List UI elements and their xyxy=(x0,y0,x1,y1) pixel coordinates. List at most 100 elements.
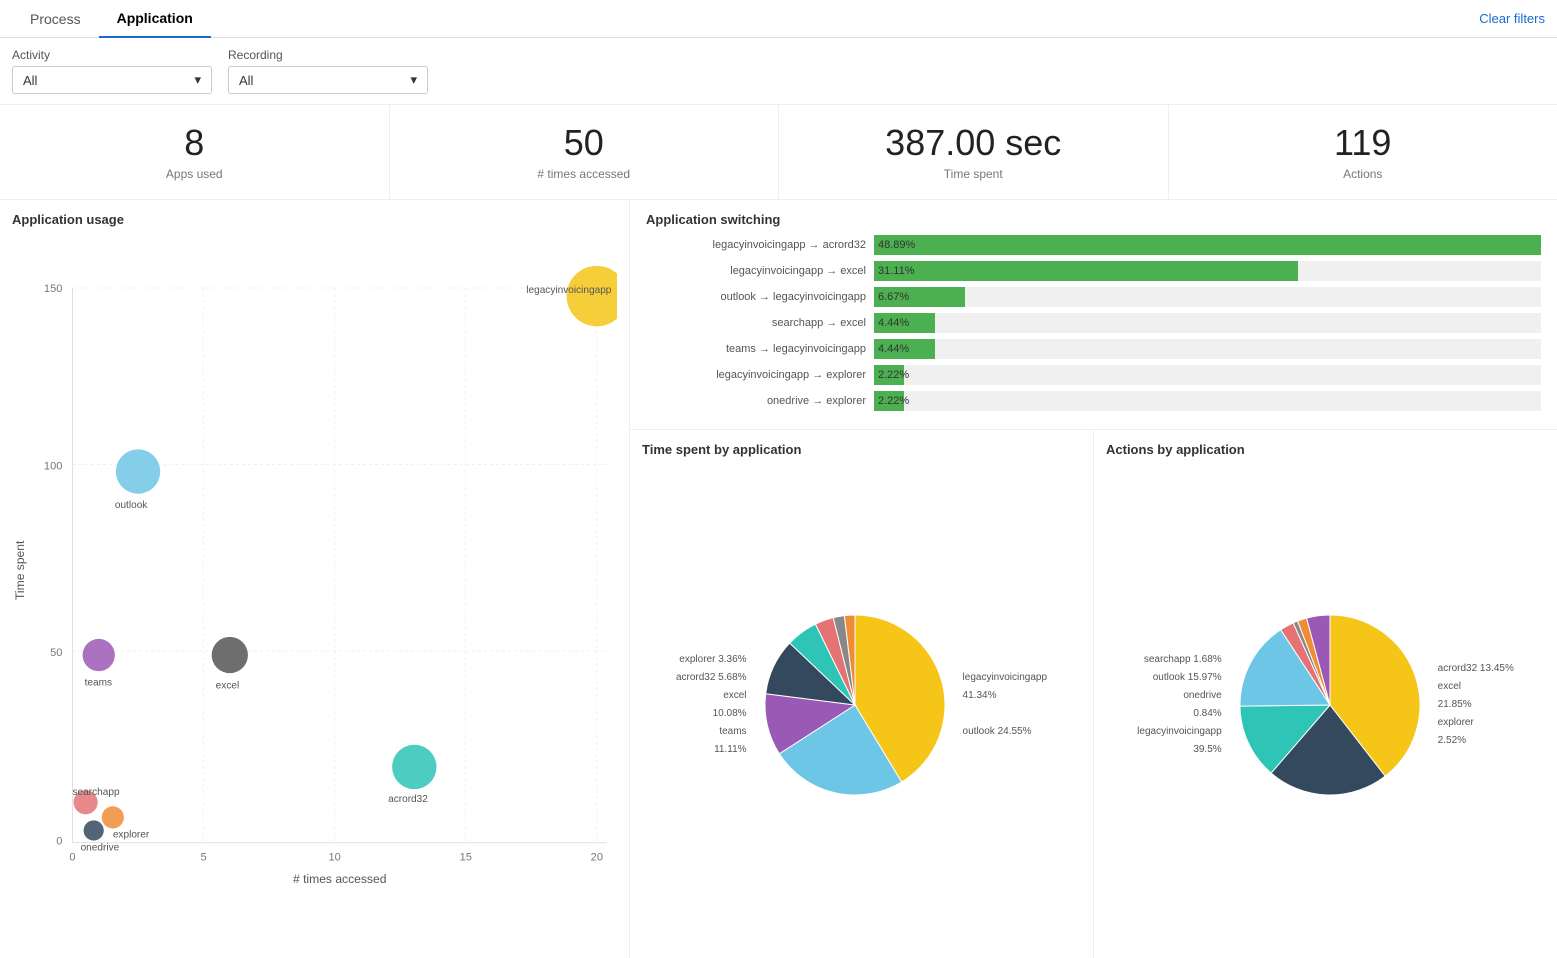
bar-value: 6.67% xyxy=(878,291,909,303)
stat-value: 119 xyxy=(1334,123,1391,163)
switching-title: Application switching xyxy=(646,212,1541,227)
bubble-teams[interactable] xyxy=(83,638,115,670)
bar-row: outlook → legacyinvoicingapp 6.67% xyxy=(646,287,1541,307)
ap-label-r1: acrord32 13.45% xyxy=(1438,660,1514,678)
tsp-label-r1: legacyinvoicingapp xyxy=(963,669,1048,687)
tab-process[interactable]: Process xyxy=(12,1,99,37)
stat-card: 8Apps used xyxy=(0,105,389,199)
svg-text:excel: excel xyxy=(216,680,240,691)
bar-row: legacyinvoicingapp → acrord32 48.89% xyxy=(646,235,1541,255)
ap-label-r4: explorer xyxy=(1438,714,1514,732)
bar-row: legacyinvoicingapp → excel 31.11% xyxy=(646,261,1541,281)
activity-select[interactable]: All ▾ xyxy=(12,66,212,94)
bar-track: 31.11% xyxy=(874,261,1541,281)
main-area: Application usage 150 100 50 0 xyxy=(0,200,1557,958)
bar-track: 6.67% xyxy=(874,287,1541,307)
stats-row: 8Apps used 50 # times accessed 387.00 secTi… xyxy=(0,105,1557,200)
recording-select[interactable]: All ▾ xyxy=(228,66,428,94)
bar-fill: 4.44% xyxy=(874,313,935,333)
stat-label: # times accessed xyxy=(537,167,630,181)
tab-bar: Process Application Clear filters xyxy=(0,0,1557,38)
bubble-acrord32[interactable] xyxy=(392,744,436,788)
application-usage-title: Application usage xyxy=(12,212,617,227)
bar-value: 2.22% xyxy=(878,369,909,381)
ap-label-1: searchapp 1.68% xyxy=(1137,651,1222,669)
bar-row: teams → legacyinvoicingapp 4.44% xyxy=(646,339,1541,359)
bar-fill: 2.22% xyxy=(874,391,904,411)
bar-fill: 31.11% xyxy=(874,261,1298,281)
bar-label: searchapp → excel xyxy=(646,317,866,329)
bar-fill: 48.89% xyxy=(874,235,1541,255)
stat-value: 50 xyxy=(564,123,604,163)
svg-text:outlook: outlook xyxy=(115,499,148,510)
bubble-explorer[interactable] xyxy=(102,806,124,828)
bar-label: legacyinvoicingapp → excel xyxy=(646,265,866,277)
tsp-label-4: 10.08% xyxy=(676,705,747,723)
bubble-legacyinvoicingapp[interactable] xyxy=(567,265,617,325)
chevron-down-icon: ▾ xyxy=(194,72,201,88)
stat-label: Apps used xyxy=(166,167,223,181)
svg-text:0: 0 xyxy=(69,851,75,863)
tsp-label-2: acrord32 5.68% xyxy=(676,669,747,687)
svg-text:15: 15 xyxy=(460,851,472,863)
actions-section: Actions by application searchapp 1.68% o… xyxy=(1094,430,1557,958)
bar-label: legacyinvoicingapp → explorer xyxy=(646,369,866,381)
bar-row: onedrive → explorer 2.22% xyxy=(646,391,1541,411)
ap-label-5: legacyinvoicingapp xyxy=(1137,723,1222,741)
ap-label-4: 0.84% xyxy=(1137,705,1222,723)
activity-value: All xyxy=(23,73,37,88)
svg-text:searchapp: searchapp xyxy=(73,787,120,798)
time-spent-title: Time spent by application xyxy=(642,442,1081,457)
svg-text:teams: teams xyxy=(85,677,112,688)
bar-label: legacyinvoicingapp → acrord32 xyxy=(646,239,866,251)
svg-text:# times accessed: # times accessed xyxy=(293,872,386,886)
time-spent-pie-svg xyxy=(755,605,955,805)
stat-card: 387.00 secTime spent xyxy=(778,105,1168,199)
chevron-down-icon-2: ▾ xyxy=(410,72,417,88)
bar-row: searchapp → excel 4.44% xyxy=(646,313,1541,333)
tsp-label-r3 xyxy=(963,705,1048,723)
stat-value: 387.00 sec xyxy=(885,123,1061,163)
bar-value: 2.22% xyxy=(878,395,909,407)
stat-label: Actions xyxy=(1343,167,1382,181)
actions-pie-svg xyxy=(1230,605,1430,805)
ap-label-r5: 2.52% xyxy=(1438,732,1514,750)
activity-filter-group: Activity All ▾ xyxy=(12,48,212,94)
bar-track: 48.89% xyxy=(874,235,1541,255)
tsp-label-5: teams xyxy=(676,723,747,741)
svg-text:explorer: explorer xyxy=(113,829,150,840)
bar-value: 31.11% xyxy=(878,265,915,277)
svg-text:20: 20 xyxy=(591,851,603,863)
bar-track: 4.44% xyxy=(874,339,1541,359)
time-spent-section: Time spent by application explorer 3.36%… xyxy=(630,430,1094,958)
clear-filters-button[interactable]: Clear filters xyxy=(1479,11,1545,26)
bar-value: 4.44% xyxy=(878,343,909,355)
bubble-excel[interactable] xyxy=(212,636,248,672)
bars-container: legacyinvoicingapp → acrord32 48.89% leg… xyxy=(646,235,1541,411)
bar-value: 4.44% xyxy=(878,317,909,329)
bubble-onedrive[interactable] xyxy=(84,820,104,840)
svg-text:5: 5 xyxy=(200,851,206,863)
bottom-panels: Time spent by application explorer 3.36%… xyxy=(630,430,1557,958)
svg-text:legacyinvoicingapp: legacyinvoicingapp xyxy=(526,285,612,296)
ap-label-6: 39.5% xyxy=(1137,741,1222,759)
tsp-label-3: excel xyxy=(676,687,747,705)
svg-text:Time spent: Time spent xyxy=(13,540,27,600)
actions-title: Actions by application xyxy=(1106,442,1545,457)
tab-application[interactable]: Application xyxy=(99,0,211,38)
recording-label: Recording xyxy=(228,48,428,62)
activity-label: Activity xyxy=(12,48,212,62)
stat-card: 50 # times accessed xyxy=(389,105,779,199)
svg-text:50: 50 xyxy=(50,647,62,659)
recording-filter-group: Recording All ▾ xyxy=(228,48,428,94)
svg-text:onedrive: onedrive xyxy=(81,842,120,853)
ap-label-r2: excel xyxy=(1438,678,1514,696)
bar-row: legacyinvoicingapp → explorer 2.22% xyxy=(646,365,1541,385)
scatter-chart: 150 100 50 0 0 5 10 15 20 # times access… xyxy=(12,235,617,946)
bar-label: outlook → legacyinvoicingapp xyxy=(646,291,866,303)
bubble-outlook[interactable] xyxy=(116,449,160,493)
svg-text:10: 10 xyxy=(329,851,341,863)
bar-track: 2.22% xyxy=(874,391,1541,411)
svg-text:100: 100 xyxy=(44,460,62,472)
tsp-label-6: 11.11% xyxy=(676,741,747,759)
